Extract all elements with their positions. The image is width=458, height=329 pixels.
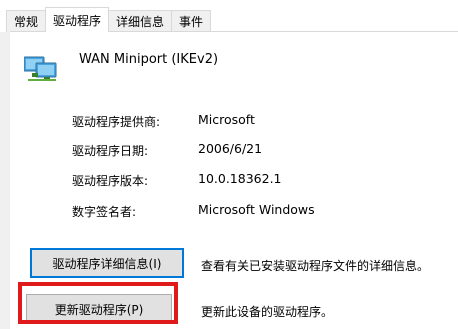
active-tab-join	[46, 31, 109, 32]
tab-driver-label: 驱动程序	[53, 13, 102, 28]
version-label: 驱动程序版本:	[72, 174, 149, 188]
tab-events-label: 事件	[179, 15, 204, 29]
tab-general-label: 常规	[14, 15, 39, 29]
driver-details-description: 查看有关已安装驱动程序文件的详细信息。	[201, 259, 430, 273]
signer-value: Microsoft Windows	[198, 202, 315, 217]
date-value: 2006/6/21	[198, 141, 263, 156]
version-value: 10.0.18362.1	[198, 171, 282, 186]
network-adapter-icon	[24, 56, 57, 81]
driver-properties-dialog: 常规 驱动程序 详细信息 事件 WAN Miniport (IKEv2) 驱动程…	[0, 0, 458, 329]
device-name: WAN Miniport (IKEv2)	[79, 52, 219, 67]
driver-details-button[interactable]: 驱动程序详细信息(I)	[30, 248, 184, 278]
tab-details[interactable]: 详细信息	[108, 10, 173, 32]
driver-tab-panel: WAN Miniport (IKEv2) 驱动程序提供商: Microsoft …	[10, 32, 458, 329]
signer-label: 数字签名者:	[72, 205, 137, 219]
provider-label: 驱动程序提供商:	[72, 115, 161, 129]
tab-general[interactable]: 常规	[6, 10, 47, 32]
date-label: 驱动程序日期:	[72, 144, 149, 158]
driver-details-button-label: 驱动程序详细信息(I)	[52, 256, 162, 271]
tab-strip: 常规 驱动程序 详细信息 事件	[6, 0, 212, 32]
tab-details-label: 详细信息	[116, 15, 165, 29]
tab-driver[interactable]: 驱动程序	[45, 7, 110, 32]
update-driver-button[interactable]: 更新驱动程序(P)	[26, 294, 172, 324]
tab-events[interactable]: 事件	[171, 10, 212, 32]
provider-value: Microsoft	[198, 112, 255, 127]
update-driver-description: 更新此设备的驱动程序。	[201, 305, 334, 319]
update-driver-button-label: 更新驱动程序(P)	[54, 302, 144, 317]
